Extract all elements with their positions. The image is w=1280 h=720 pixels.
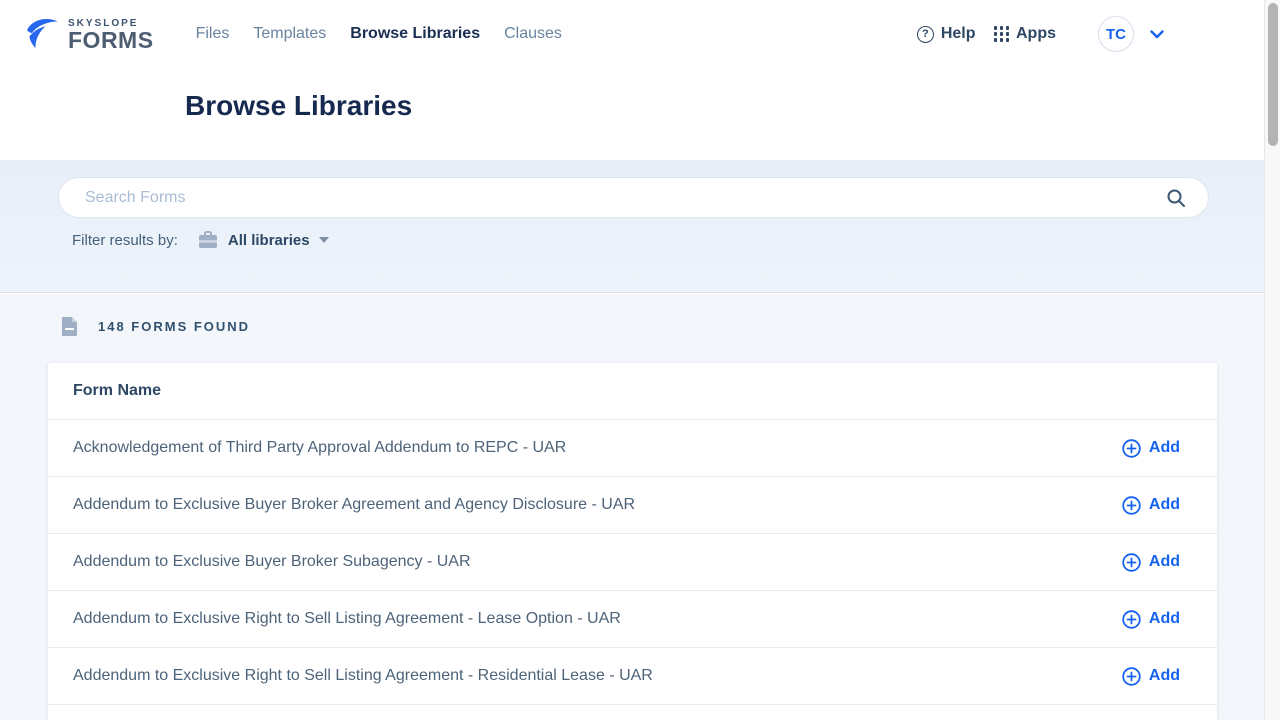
add-button-label: Add (1149, 553, 1180, 571)
search-section: Filter results by: All libraries (0, 160, 1264, 293)
form-name: Addendum to Exclusive Buyer Broker Agree… (73, 496, 1122, 514)
skyslope-swoosh-icon (22, 14, 62, 54)
table-row-partial (48, 705, 1217, 720)
page-title: Browse Libraries (185, 90, 412, 122)
add-form-button[interactable]: Add (1122, 496, 1180, 515)
apps-label: Apps (1016, 25, 1056, 43)
add-form-button[interactable]: Add (1122, 553, 1180, 572)
filter-caret-down-icon[interactable] (319, 237, 329, 243)
user-avatar[interactable]: TC (1098, 16, 1134, 52)
document-icon (61, 316, 78, 337)
nav-item-templates[interactable]: Templates (253, 25, 326, 43)
logo-forms-text: FORMS (68, 29, 154, 51)
skyslope-forms-logo[interactable]: SKYSLOPE FORMS (22, 14, 154, 54)
plus-circle-icon (1122, 439, 1141, 458)
briefcase-icon (198, 231, 218, 249)
add-button-label: Add (1149, 496, 1180, 514)
form-name: Addendum to Exclusive Right to Sell List… (73, 667, 1122, 685)
results-count-row: 148 FORMS FOUND (61, 316, 250, 337)
help-label: Help (941, 25, 976, 43)
search-input[interactable] (59, 189, 1166, 207)
apps-button[interactable]: Apps (976, 25, 1057, 43)
table-row: Addendum to Exclusive Buyer Broker Subag… (48, 534, 1217, 591)
form-name: Addendum to Exclusive Right to Sell List… (73, 610, 1122, 628)
results-count-text: 148 FORMS FOUND (98, 319, 250, 334)
account-menu-chevron-down-icon[interactable] (1150, 30, 1164, 39)
forms-list-section: 148 FORMS FOUND Form Name Acknowledgemen… (0, 294, 1264, 720)
search-form-container (58, 177, 1209, 218)
add-button-label: Add (1149, 439, 1180, 457)
help-icon: ? (917, 26, 934, 43)
search-icon[interactable] (1166, 188, 1186, 208)
form-name-column-header: Form Name (73, 382, 161, 400)
add-form-button[interactable]: Add (1122, 610, 1180, 629)
table-row: Addendum to Exclusive Buyer Broker Agree… (48, 477, 1217, 534)
form-name: Addendum to Exclusive Buyer Broker Subag… (73, 553, 1122, 571)
table-row: Acknowledgement of Third Party Approval … (48, 420, 1217, 477)
filter-label: Filter results by: (72, 232, 178, 249)
plus-circle-icon (1122, 496, 1141, 515)
add-form-button[interactable]: Add (1122, 439, 1180, 458)
add-form-button[interactable]: Add (1122, 667, 1180, 686)
library-filter-dropdown[interactable]: All libraries (228, 232, 310, 249)
nav-item-clauses[interactable]: Clauses (504, 25, 562, 43)
plus-circle-icon (1122, 553, 1141, 572)
top-navigation-bar: SKYSLOPE FORMS Files Templates Browse Li… (0, 0, 1264, 68)
main-nav: Files Templates Browse Libraries Clauses (196, 25, 562, 43)
forms-table-card: Form Name Acknowledgement of Third Party… (48, 363, 1217, 720)
filter-row: Filter results by: All libraries (72, 231, 329, 249)
nav-item-files[interactable]: Files (196, 25, 230, 43)
table-row: Addendum to Exclusive Right to Sell List… (48, 591, 1217, 648)
page-scrollbar[interactable] (1264, 0, 1280, 720)
plus-circle-icon (1122, 610, 1141, 629)
browse-libraries-page: SKYSLOPE FORMS Files Templates Browse Li… (0, 0, 1264, 720)
app-header: SKYSLOPE FORMS Files Templates Browse Li… (0, 0, 1264, 160)
add-button-label: Add (1149, 610, 1180, 628)
table-row: Addendum to Exclusive Right to Sell List… (48, 648, 1217, 705)
logo-wordmark: SKYSLOPE FORMS (68, 18, 154, 51)
form-name: Acknowledgement of Third Party Approval … (73, 439, 1122, 457)
apps-grid-icon (994, 26, 1010, 42)
add-button-label: Add (1149, 667, 1180, 685)
header-actions: ? Help Apps TC (917, 16, 1164, 52)
table-header-row: Form Name (48, 363, 1217, 420)
nav-item-browse-libraries[interactable]: Browse Libraries (350, 25, 480, 43)
scrollbar-thumb[interactable] (1268, 3, 1278, 146)
help-button[interactable]: ? Help (917, 25, 976, 43)
plus-circle-icon (1122, 667, 1141, 686)
